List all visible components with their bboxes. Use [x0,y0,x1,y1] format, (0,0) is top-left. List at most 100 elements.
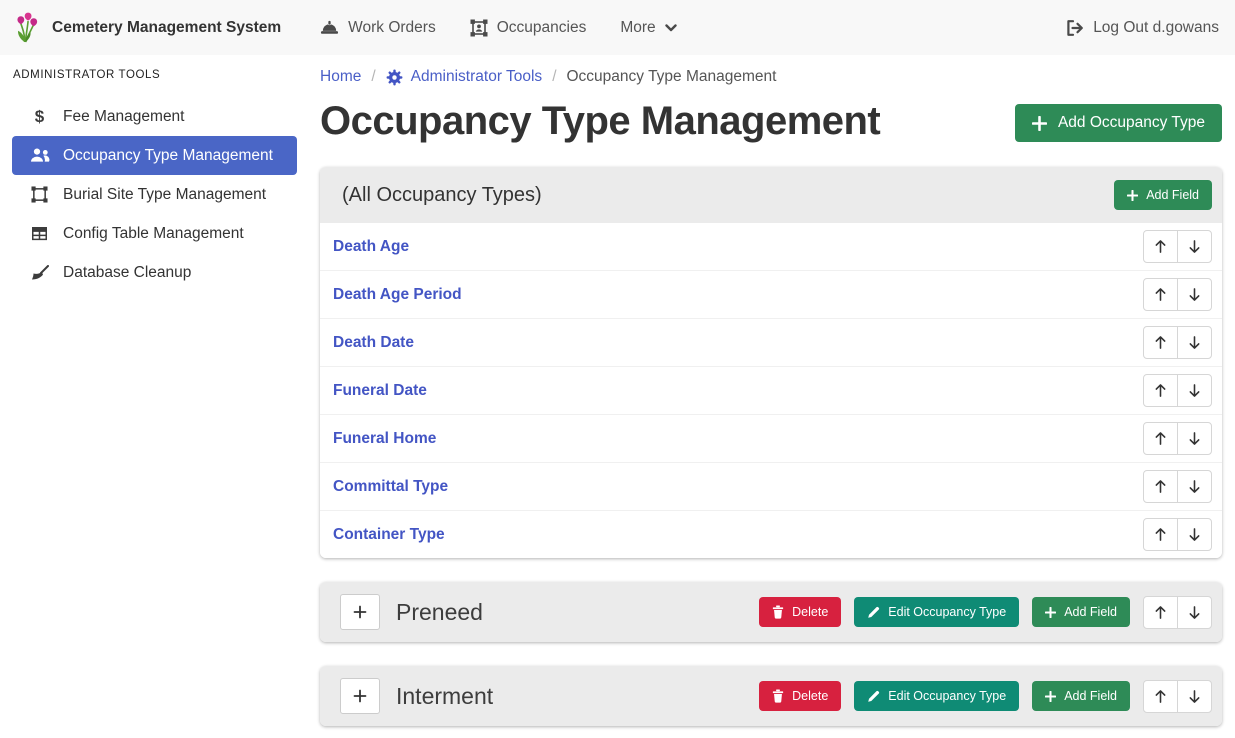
move-up-button[interactable] [1143,326,1178,359]
plus-icon [1032,116,1047,131]
field-row: Death Age Period [320,270,1222,318]
logout-button[interactable]: Log Out d.gowans [1066,19,1219,37]
breadcrumb-admin-tools-link[interactable]: Administrator Tools [386,68,543,86]
move-down-button[interactable] [1177,326,1212,359]
sidebar-item-label: Fee Management [63,108,185,126]
field-link-container-type[interactable]: Container Type [333,526,445,544]
dollar-icon: $ [29,107,50,127]
move-down-button[interactable] [1177,518,1212,551]
move-down-button[interactable] [1177,470,1212,503]
add-field-button[interactable]: Add Field [1032,597,1130,627]
field-row: Container Type [320,510,1222,558]
move-up-button[interactable] [1143,518,1178,551]
users-icon [29,148,50,163]
tulip-logo-icon [14,11,43,44]
move-down-button[interactable] [1177,230,1212,263]
field-row: Funeral Date [320,366,1222,414]
reorder-controls [1143,470,1212,503]
reorder-controls [1143,230,1212,263]
plus-icon [1045,607,1056,618]
sidebar-item-config-table-management[interactable]: Config Table Management [12,214,297,253]
nav-item-label: Occupancies [497,19,587,37]
occupancy-type-name: Interment [396,683,493,710]
field-link-death-date[interactable]: Death Date [333,334,414,352]
pencil-icon [867,606,880,619]
sidebar-item-label: Occupancy Type Management [63,147,273,165]
move-up-button[interactable] [1143,596,1178,629]
breadcrumb-separator: / [552,68,556,86]
sidebar-item-label: Database Cleanup [63,264,191,282]
logout-label: Log Out d.gowans [1093,19,1219,37]
field-link-death-age-period[interactable]: Death Age Period [333,286,462,304]
field-link-funeral-date[interactable]: Funeral Date [333,382,427,400]
field-row: Death Age [320,223,1222,270]
admin-tools-sidebar: ADMINISTRATOR TOOLS $ Fee Management Occ… [0,55,310,738]
sidebar-item-database-cleanup[interactable]: Database Cleanup [12,253,297,292]
reorder-controls [1143,374,1212,407]
move-down-button[interactable] [1177,596,1212,629]
move-up-button[interactable] [1143,374,1178,407]
occupancy-type-panel-preneed: Preneed Delete Edit Occupancy Type [320,582,1222,642]
nav-item-more[interactable]: More [603,19,693,37]
move-down-button[interactable] [1177,680,1212,713]
sidebar-item-occupancy-type-management[interactable]: Occupancy Type Management [12,136,297,175]
main-content: Home / Administrator Tool [310,55,1235,738]
sidebar-item-label: Burial Site Type Management [63,186,266,204]
field-link-death-age[interactable]: Death Age [333,238,409,256]
breadcrumb-admin-tools-label: Administrator Tools [411,68,543,86]
delete-label: Delete [792,689,828,703]
add-occupancy-type-button[interactable]: Add Occupancy Type [1015,104,1222,142]
title-row: Occupancy Type Management Add Occupancy … [320,97,1222,145]
add-field-label: Add Field [1064,605,1117,619]
sidebar-item-fee-management[interactable]: $ Fee Management [12,97,297,136]
move-up-button[interactable] [1143,422,1178,455]
reorder-controls [1143,278,1212,311]
top-navbar: Cemetery Management System Work Orders [0,0,1235,55]
move-up-button[interactable] [1143,230,1178,263]
expand-button[interactable] [340,594,380,630]
all-types-panel-title: (All Occupancy Types) [342,184,542,207]
move-up-button[interactable] [1143,278,1178,311]
nav-item-occupancies[interactable]: Occupancies [453,19,604,37]
sidebar-item-burial-site-type-management[interactable]: Burial Site Type Management [12,175,297,214]
trash-icon [772,689,784,703]
edit-occupancy-type-button[interactable]: Edit Occupancy Type [854,597,1019,627]
edit-occupancy-type-label: Edit Occupancy Type [888,689,1006,703]
add-occupancy-type-label: Add Occupancy Type [1058,114,1205,132]
brand-label: Cemetery Management System [52,19,281,37]
move-up-button[interactable] [1143,680,1178,713]
breadcrumb-current: Occupancy Type Management [567,68,777,86]
field-link-committal-type[interactable]: Committal Type [333,478,448,496]
type-actions: Delete Edit Occupancy Type Add Field [759,680,1212,713]
all-occupancy-types-panel: (All Occupancy Types) Add Field Death Ag… [320,167,1222,558]
add-field-button[interactable]: Add Field [1114,180,1212,210]
type-actions: Delete Edit Occupancy Type Add Field [759,596,1212,629]
occupancy-type-panel-interment: Interment Delete Edit Occupancy Type [320,666,1222,726]
sidebar-heading: ADMINISTRATOR TOOLS [13,69,297,81]
preneed-panel-header: Preneed Delete Edit Occupancy Type [320,582,1222,642]
move-down-button[interactable] [1177,422,1212,455]
edit-occupancy-type-button[interactable]: Edit Occupancy Type [854,681,1019,711]
add-field-button[interactable]: Add Field [1032,681,1130,711]
add-field-label: Add Field [1064,689,1117,703]
expand-button[interactable] [340,678,380,714]
reorder-controls [1143,326,1212,359]
field-row: Committal Type [320,462,1222,510]
page-title: Occupancy Type Management [320,97,880,145]
gear-icon [386,69,403,86]
broom-icon [29,265,50,281]
field-row: Death Date [320,318,1222,366]
reorder-controls [1143,422,1212,455]
delete-button[interactable]: Delete [759,681,841,711]
field-link-funeral-home[interactable]: Funeral Home [333,430,436,448]
delete-label: Delete [792,605,828,619]
app-brand[interactable]: Cemetery Management System [14,11,281,44]
delete-button[interactable]: Delete [759,597,841,627]
move-down-button[interactable] [1177,374,1212,407]
breadcrumb-home-link[interactable]: Home [320,68,361,86]
hard-hat-icon [320,20,339,36]
move-up-button[interactable] [1143,470,1178,503]
nav-item-work-orders[interactable]: Work Orders [303,19,453,37]
move-down-button[interactable] [1177,278,1212,311]
reorder-controls [1143,518,1212,551]
